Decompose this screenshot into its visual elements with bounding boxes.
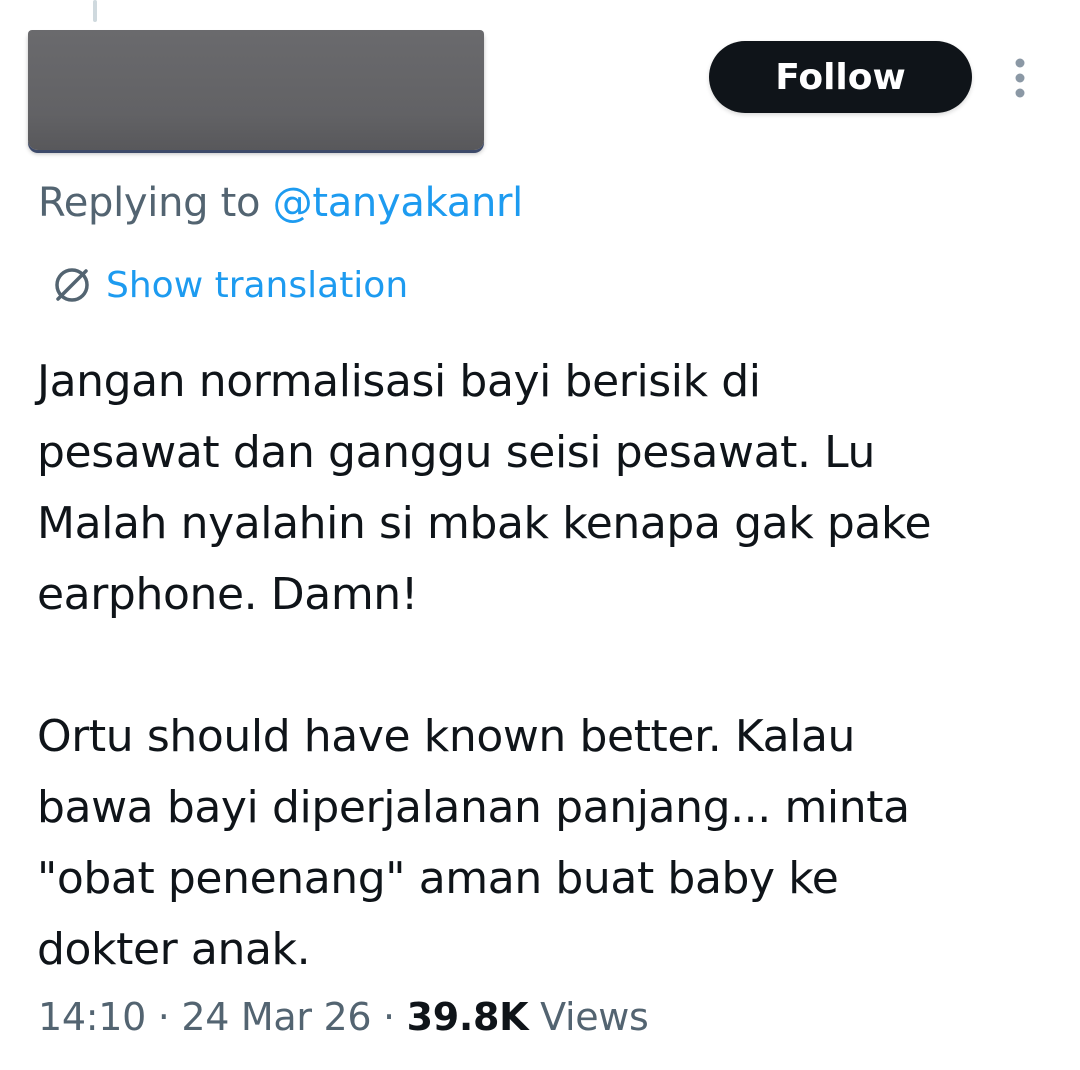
thread-connector-line bbox=[93, 0, 97, 22]
follow-button[interactable]: Follow bbox=[709, 41, 972, 113]
tweet-date: 24 Mar 26 bbox=[181, 995, 372, 1039]
tweet-paragraph: Ortu should have known better. Kalau baw… bbox=[37, 711, 910, 975]
show-translation-button[interactable]: Show translation bbox=[50, 260, 408, 310]
views-count: 39.8K bbox=[406, 995, 529, 1039]
tweet-paragraph: Jangan normalisasi bayi berisik di pesaw… bbox=[37, 356, 932, 620]
reply-handle-link[interactable]: @tanyakanrl bbox=[273, 180, 524, 226]
more-vertical-icon[interactable] bbox=[1004, 57, 1036, 99]
globe-icon bbox=[50, 263, 94, 307]
meta-separator: · bbox=[383, 995, 395, 1039]
redacted-author-block bbox=[28, 30, 484, 150]
tweet-time: 14:10 bbox=[38, 995, 147, 1039]
views-label: Views bbox=[540, 995, 649, 1039]
tweet-meta: 14:10 · 24 Mar 26 · 39.8K Views bbox=[38, 995, 649, 1039]
tweet-body: Jangan normalisasi bayi berisik di pesaw… bbox=[37, 346, 1067, 985]
meta-separator: · bbox=[157, 995, 170, 1039]
show-translation-label: Show translation bbox=[106, 264, 409, 306]
replying-to-label: Replying to bbox=[38, 180, 261, 226]
replying-to-line: Replying to @tanyakanrl bbox=[38, 180, 523, 226]
